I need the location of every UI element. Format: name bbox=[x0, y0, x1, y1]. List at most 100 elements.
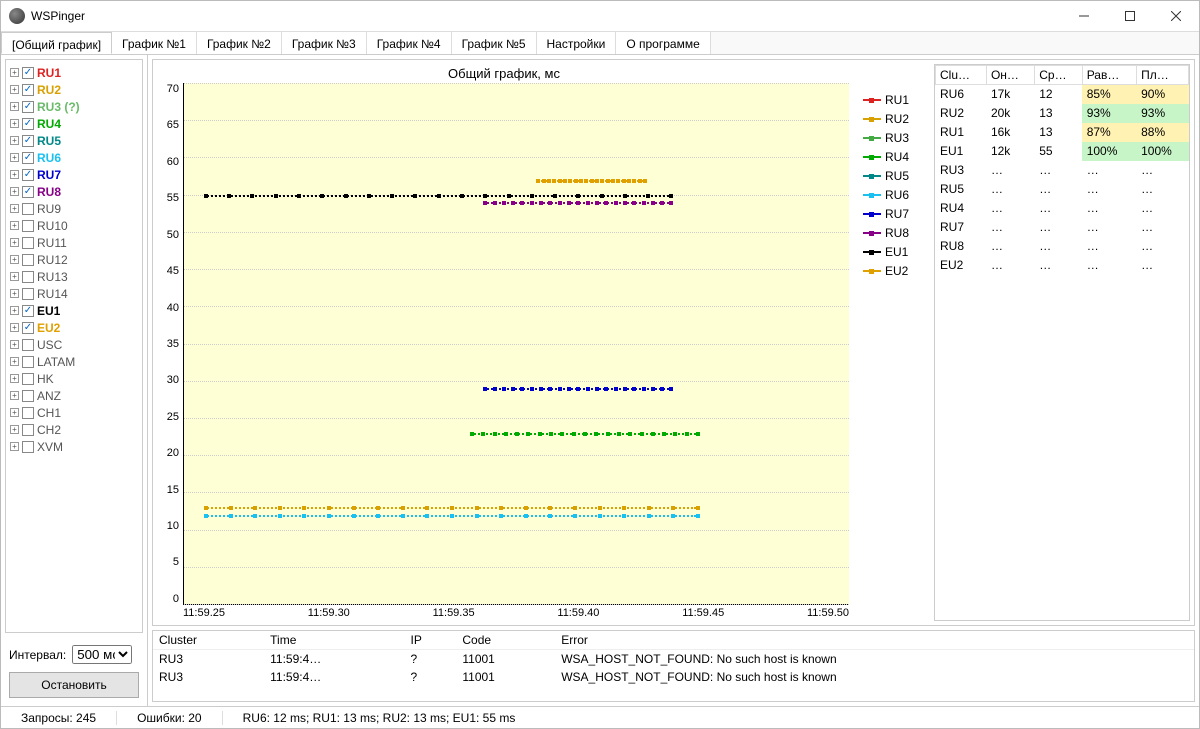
checkbox[interactable] bbox=[22, 373, 34, 385]
expand-icon[interactable]: + bbox=[10, 425, 19, 434]
tree-item-RU6[interactable]: +RU6 bbox=[10, 149, 138, 166]
tree-item-RU14[interactable]: +RU14 bbox=[10, 285, 138, 302]
tab-3[interactable]: График №3 bbox=[282, 32, 367, 54]
checkbox[interactable] bbox=[22, 169, 34, 181]
legend-item-RU4[interactable]: RU4 bbox=[863, 147, 930, 166]
tree-item-RU2[interactable]: +RU2 bbox=[10, 81, 138, 98]
tab-7[interactable]: О программе bbox=[616, 32, 710, 54]
err-col[interactable]: Cluster bbox=[153, 631, 264, 650]
legend-item-RU8[interactable]: RU8 bbox=[863, 223, 930, 242]
checkbox[interactable] bbox=[22, 84, 34, 96]
legend-item-RU5[interactable]: RU5 bbox=[863, 166, 930, 185]
checkbox[interactable] bbox=[22, 237, 34, 249]
legend-item-RU3[interactable]: RU3 bbox=[863, 128, 930, 147]
legend-item-RU2[interactable]: RU2 bbox=[863, 109, 930, 128]
stats-col[interactable]: Пл… bbox=[1137, 66, 1189, 85]
tree-item-RU7[interactable]: +RU7 bbox=[10, 166, 138, 183]
checkbox[interactable] bbox=[22, 424, 34, 436]
stats-row[interactable]: EU112k55100%100% bbox=[936, 142, 1189, 161]
legend-item-RU1[interactable]: RU1 bbox=[863, 90, 930, 109]
checkbox[interactable] bbox=[22, 101, 34, 113]
expand-icon[interactable]: + bbox=[10, 272, 19, 281]
checkbox[interactable] bbox=[22, 390, 34, 402]
tree-item-RU9[interactable]: +RU9 bbox=[10, 200, 138, 217]
tab-0[interactable]: [Общий график] bbox=[1, 32, 112, 54]
checkbox[interactable] bbox=[22, 254, 34, 266]
tree-item-RU12[interactable]: +RU12 bbox=[10, 251, 138, 268]
expand-icon[interactable]: + bbox=[10, 119, 19, 128]
expand-icon[interactable]: + bbox=[10, 391, 19, 400]
checkbox[interactable] bbox=[22, 339, 34, 351]
expand-icon[interactable]: + bbox=[10, 442, 19, 451]
tab-1[interactable]: График №1 bbox=[112, 32, 197, 54]
stats-row[interactable]: RU5………… bbox=[936, 180, 1189, 199]
stats-row[interactable]: RU8………… bbox=[936, 237, 1189, 256]
expand-icon[interactable]: + bbox=[10, 153, 19, 162]
stats-col[interactable]: Рав… bbox=[1082, 66, 1136, 85]
tab-4[interactable]: График №4 bbox=[367, 32, 452, 54]
checkbox[interactable] bbox=[22, 322, 34, 334]
tree-item-RU3[interactable]: +RU3 (?) bbox=[10, 98, 138, 115]
stats-col[interactable]: Он… bbox=[986, 66, 1034, 85]
expand-icon[interactable]: + bbox=[10, 306, 19, 315]
expand-icon[interactable]: + bbox=[10, 136, 19, 145]
checkbox[interactable] bbox=[22, 220, 34, 232]
tree-item-RU10[interactable]: +RU10 bbox=[10, 217, 138, 234]
stats-row[interactable]: RU4………… bbox=[936, 199, 1189, 218]
tree-item-RU4[interactable]: +RU4 bbox=[10, 115, 138, 132]
expand-icon[interactable]: + bbox=[10, 238, 19, 247]
legend-item-EU2[interactable]: EU2 bbox=[863, 261, 930, 280]
tab-6[interactable]: Настройки bbox=[537, 32, 617, 54]
expand-icon[interactable]: + bbox=[10, 85, 19, 94]
expand-icon[interactable]: + bbox=[10, 340, 19, 349]
tree-item-HK[interactable]: +HK bbox=[10, 370, 138, 387]
checkbox[interactable] bbox=[22, 407, 34, 419]
stats-col[interactable]: Ср… bbox=[1035, 66, 1082, 85]
tree-item-CH2[interactable]: +CH2 bbox=[10, 421, 138, 438]
err-col[interactable]: Time bbox=[264, 631, 404, 650]
stats-row[interactable]: RU7………… bbox=[936, 218, 1189, 237]
tree-item-LATAM[interactable]: +LATAM bbox=[10, 353, 138, 370]
maximize-button[interactable] bbox=[1107, 1, 1153, 31]
tree-item-RU8[interactable]: +RU8 bbox=[10, 183, 138, 200]
stats-row[interactable]: RU220k1393%93% bbox=[936, 104, 1189, 123]
err-col[interactable]: IP bbox=[404, 631, 456, 650]
expand-icon[interactable]: + bbox=[10, 204, 19, 213]
expand-icon[interactable]: + bbox=[10, 170, 19, 179]
expand-icon[interactable]: + bbox=[10, 323, 19, 332]
checkbox[interactable] bbox=[22, 135, 34, 147]
legend-item-EU1[interactable]: EU1 bbox=[863, 242, 930, 261]
tree-item-CH1[interactable]: +CH1 bbox=[10, 404, 138, 421]
tree-item-RU13[interactable]: +RU13 bbox=[10, 268, 138, 285]
tree-item-RU11[interactable]: +RU11 bbox=[10, 234, 138, 251]
stats-row[interactable]: RU116k1387%88% bbox=[936, 123, 1189, 142]
err-row[interactable]: RU311:59:4…?11001WSA_HOST_NOT_FOUND: No … bbox=[153, 668, 1194, 686]
minimize-button[interactable] bbox=[1061, 1, 1107, 31]
tree-item-RU5[interactable]: +RU5 bbox=[10, 132, 138, 149]
checkbox[interactable] bbox=[22, 305, 34, 317]
checkbox[interactable] bbox=[22, 186, 34, 198]
err-col[interactable]: Code bbox=[456, 631, 555, 650]
expand-icon[interactable]: + bbox=[10, 102, 19, 111]
stats-row[interactable]: RU3………… bbox=[936, 161, 1189, 180]
checkbox[interactable] bbox=[22, 271, 34, 283]
checkbox[interactable] bbox=[22, 203, 34, 215]
checkbox[interactable] bbox=[22, 441, 34, 453]
expand-icon[interactable]: + bbox=[10, 374, 19, 383]
tree-item-RU1[interactable]: +RU1 bbox=[10, 64, 138, 81]
tree-item-EU1[interactable]: +EU1 bbox=[10, 302, 138, 319]
stop-button[interactable]: Остановить bbox=[9, 672, 139, 698]
err-col[interactable]: Error bbox=[555, 631, 1194, 650]
expand-icon[interactable]: + bbox=[10, 68, 19, 77]
expand-icon[interactable]: + bbox=[10, 289, 19, 298]
close-button[interactable] bbox=[1153, 1, 1199, 31]
checkbox[interactable] bbox=[22, 152, 34, 164]
legend-item-RU7[interactable]: RU7 bbox=[863, 204, 930, 223]
expand-icon[interactable]: + bbox=[10, 187, 19, 196]
stats-row[interactable]: RU617k1285%90% bbox=[936, 85, 1189, 104]
checkbox[interactable] bbox=[22, 288, 34, 300]
tree-item-EU2[interactable]: +EU2 bbox=[10, 319, 138, 336]
checkbox[interactable] bbox=[22, 67, 34, 79]
tree-item-ANZ[interactable]: +ANZ bbox=[10, 387, 138, 404]
err-row[interactable]: RU311:59:4…?11001WSA_HOST_NOT_FOUND: No … bbox=[153, 650, 1194, 669]
